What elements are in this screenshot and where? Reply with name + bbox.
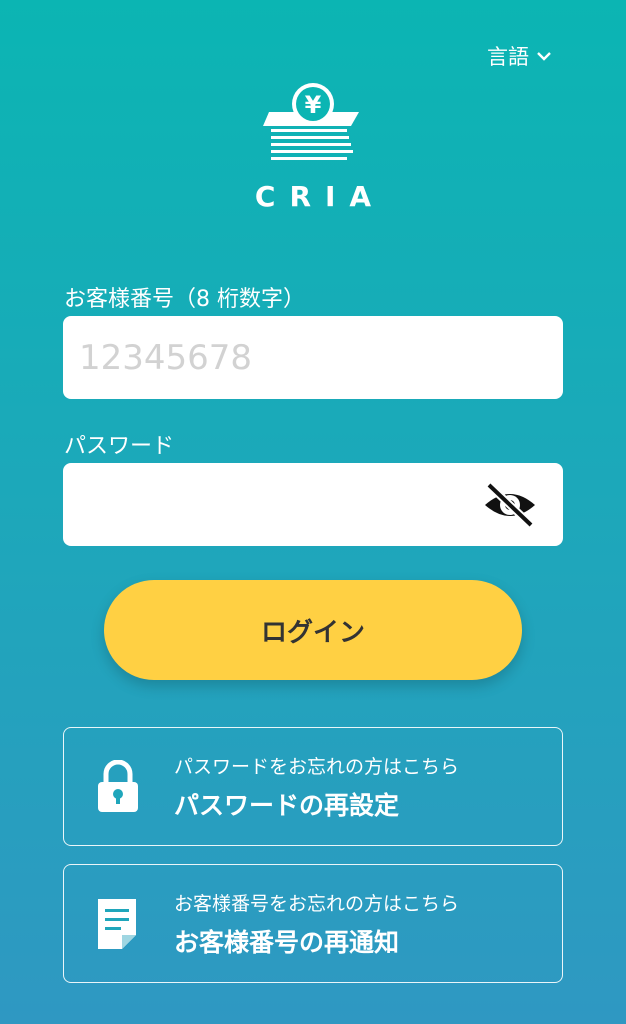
password-label: パスワード xyxy=(64,434,175,459)
customer-number-label: お客様番号（8 桁数字） xyxy=(64,287,305,312)
yen-coin-stack-icon: ¥ xyxy=(263,83,359,160)
customer-number-input[interactable] xyxy=(63,316,563,399)
language-label: 言語 xyxy=(487,45,529,69)
document-icon xyxy=(98,899,136,949)
lock-icon xyxy=(98,760,138,812)
language-selector[interactable]: 言語 xyxy=(487,40,551,72)
login-button[interactable]: ログイン xyxy=(104,580,522,680)
brand-name: CRIA xyxy=(254,180,386,213)
eye-slash-icon[interactable] xyxy=(483,481,537,529)
chevron-down-icon xyxy=(537,52,551,61)
svg-text:¥: ¥ xyxy=(305,91,322,119)
customer-number-notice-subtitle: お客様番号をお忘れの方はこちら xyxy=(174,893,460,915)
customer-number-notice-title: お客様番号の再通知 xyxy=(174,928,400,957)
password-reset-subtitle: パスワードをお忘れの方はこちら xyxy=(174,756,460,778)
password-reset-title: パスワードの再設定 xyxy=(174,791,400,820)
password-reset-link[interactable]: パスワードをお忘れの方はこちら パスワードの再設定 xyxy=(63,727,563,846)
password-field[interactable] xyxy=(63,463,563,546)
customer-number-notice-link[interactable]: お客様番号をお忘れの方はこちら お客様番号の再通知 xyxy=(63,864,563,983)
customer-number-field[interactable] xyxy=(63,316,563,399)
